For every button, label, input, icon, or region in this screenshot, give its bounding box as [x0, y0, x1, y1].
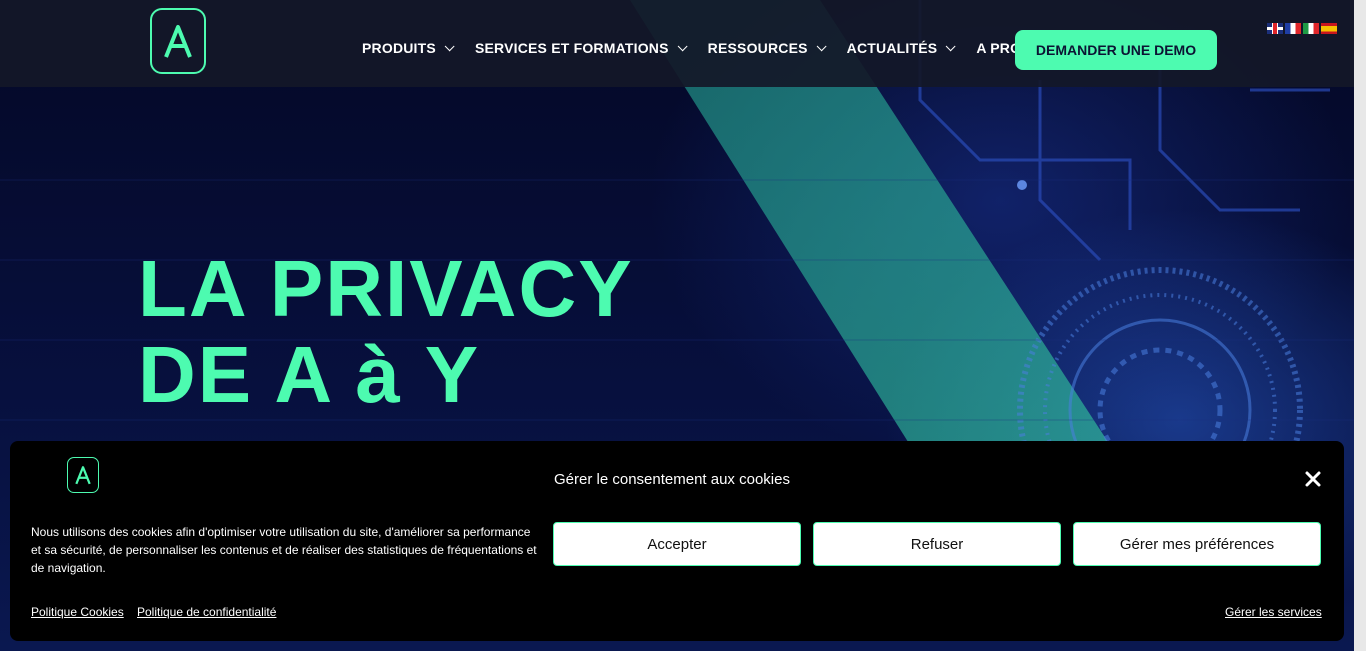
site-header: PRODUITS SERVICES ET FORMATIONS RESSOURC… [0, 0, 1354, 87]
close-icon[interactable] [1304, 470, 1322, 488]
nav-item-label: SERVICES ET FORMATIONS [474, 40, 669, 56]
es-flag-icon[interactable] [1321, 23, 1337, 34]
nav-item-produits[interactable]: PRODUITS [362, 40, 455, 56]
en-flag-icon[interactable] [1267, 23, 1283, 34]
manage-services-link[interactable]: Gérer les services [1225, 605, 1322, 619]
site-logo[interactable] [150, 8, 206, 74]
cookie-policy-link[interactable]: Politique Cookies [31, 605, 124, 619]
nav-item-label: PRODUITS [362, 40, 436, 56]
accept-button[interactable]: Accepter [553, 522, 801, 566]
chevron-down-icon [946, 40, 956, 51]
chevron-down-icon [444, 40, 455, 51]
nav-item-label: RESSOURCES [707, 40, 808, 56]
logo-letter-icon [75, 466, 91, 485]
chevron-down-icon [677, 40, 688, 51]
hero-title: LA PRIVACY DE A à Y [138, 246, 634, 418]
main-nav: PRODUITS SERVICES ET FORMATIONS RESSOURC… [362, 40, 1075, 56]
request-demo-button[interactable]: DEMANDER UNE DEMO [1015, 30, 1217, 70]
cookie-banner-text: Nous utilisons des cookies afin d'optimi… [31, 525, 537, 575]
nav-item-actualites[interactable]: ACTUALITÉS [846, 40, 956, 56]
page-scrollbar[interactable] [1354, 0, 1366, 651]
fr-flag-icon[interactable] [1285, 23, 1301, 34]
logo-letter-icon [164, 25, 192, 58]
it-flag-icon[interactable] [1303, 23, 1319, 34]
hero-title-line: DE A à Y [138, 330, 481, 419]
privacy-policy-link[interactable]: Politique de confidentialité [137, 605, 276, 619]
cookie-consent-banner: Gérer le consentement aux cookies Nous u… [10, 441, 1344, 641]
hero-title-line: LA PRIVACY [138, 244, 634, 333]
nav-item-label: ACTUALITÉS [846, 40, 938, 56]
nav-item-services-et-formations[interactable]: SERVICES ET FORMATIONS [474, 40, 688, 56]
chevron-down-icon [816, 40, 827, 51]
cookie-banner-title: Gérer le consentement aux cookies [554, 471, 790, 488]
manage-preferences-button[interactable]: Gérer mes préférences [1073, 522, 1321, 566]
banner-logo [67, 457, 99, 493]
language-switcher [1267, 23, 1337, 34]
refuse-button[interactable]: Refuser [813, 522, 1061, 566]
nav-item-ressources[interactable]: RESSOURCES [707, 40, 827, 56]
